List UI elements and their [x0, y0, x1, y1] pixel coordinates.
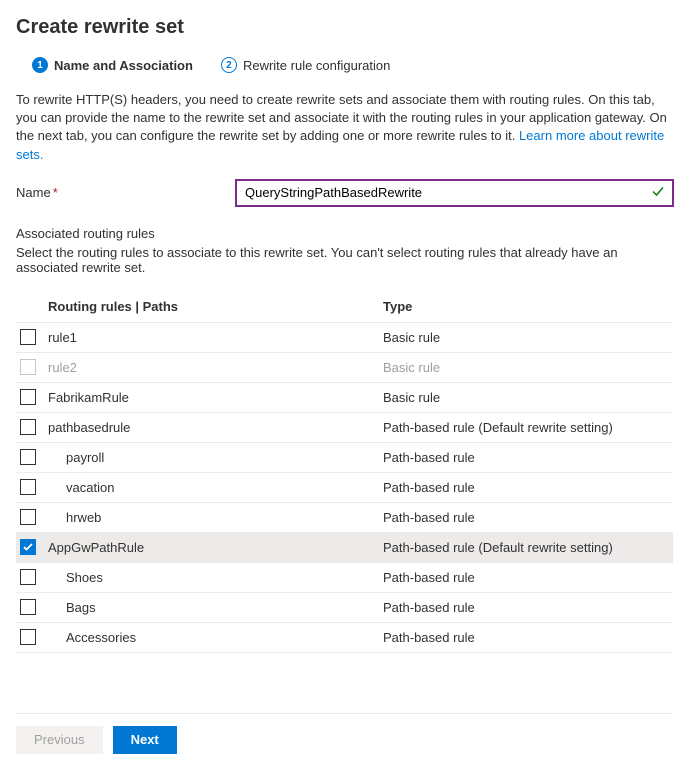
checkbox[interactable] [20, 329, 36, 345]
checkbox [20, 359, 36, 375]
step-number-icon: 2 [221, 57, 237, 73]
name-label: Name* [16, 185, 236, 200]
checkbox[interactable] [20, 539, 36, 555]
rule-type: Basic rule [383, 390, 673, 405]
rule-name: rule2 [46, 360, 383, 375]
rule-type: Path-based rule (Default rewrite setting… [383, 540, 673, 555]
assoc-label: Associated routing rules [16, 226, 673, 241]
table-row[interactable]: AppGwPathRulePath-based rule (Default re… [16, 533, 673, 563]
checkbox[interactable] [20, 449, 36, 465]
tab-label: Name and Association [54, 58, 193, 73]
checkbox[interactable] [20, 629, 36, 645]
col-header-type: Type [383, 299, 673, 314]
table-row[interactable]: ShoesPath-based rule [16, 563, 673, 593]
rule-name: FabrikamRule [46, 390, 383, 405]
checkbox[interactable] [20, 419, 36, 435]
table-row: rule2Basic rule [16, 353, 673, 383]
page-title: Create rewrite set [16, 16, 673, 39]
footer: Previous Next [16, 713, 673, 754]
table-row[interactable]: payrollPath-based rule [16, 443, 673, 473]
table-header: Routing rules | Paths Type [16, 291, 673, 323]
checkbox[interactable] [20, 569, 36, 585]
checkbox[interactable] [20, 509, 36, 525]
rule-type: Path-based rule [383, 570, 673, 585]
rule-type: Path-based rule [383, 480, 673, 495]
wizard-tabs: 1 Name and Association 2 Rewrite rule confi… [16, 57, 673, 77]
table-row[interactable]: rule1Basic rule [16, 323, 673, 353]
routing-rules-table: Routing rules | Paths Type rule1Basic ru… [16, 291, 673, 653]
rule-type: Path-based rule [383, 450, 673, 465]
rule-name: Shoes [46, 570, 383, 585]
rule-name: pathbasedrule [46, 420, 383, 435]
previous-button[interactable]: Previous [16, 726, 103, 754]
assoc-subtext: Select the routing rules to associate to… [16, 245, 673, 275]
checkbox[interactable] [20, 599, 36, 615]
step-number-icon: 1 [32, 57, 48, 73]
rule-name: payroll [46, 450, 383, 465]
required-icon: * [53, 185, 58, 200]
tab-name-and-association[interactable]: 1 Name and Association [32, 57, 193, 77]
rule-type: Path-based rule [383, 600, 673, 615]
description: To rewrite HTTP(S) headers, you need to … [16, 91, 673, 164]
rule-name: AppGwPathRule [46, 540, 383, 555]
checkbox[interactable] [20, 479, 36, 495]
rule-type: Path-based rule [383, 510, 673, 525]
rule-name: hrweb [46, 510, 383, 525]
next-button[interactable]: Next [113, 726, 177, 754]
name-input[interactable] [236, 180, 673, 206]
rule-name: rule1 [46, 330, 383, 345]
table-row[interactable]: hrwebPath-based rule [16, 503, 673, 533]
checkbox[interactable] [20, 389, 36, 405]
table-row[interactable]: vacationPath-based rule [16, 473, 673, 503]
rule-type: Path-based rule [383, 630, 673, 645]
table-row[interactable]: AccessoriesPath-based rule [16, 623, 673, 653]
rule-type: Basic rule [383, 330, 673, 345]
table-row[interactable]: pathbasedrulePath-based rule (Default re… [16, 413, 673, 443]
rule-name: vacation [46, 480, 383, 495]
name-row: Name* [16, 180, 673, 206]
col-header-name: Routing rules | Paths [46, 299, 383, 314]
table-row[interactable]: FabrikamRuleBasic rule [16, 383, 673, 413]
table-row[interactable]: BagsPath-based rule [16, 593, 673, 623]
rule-type: Path-based rule (Default rewrite setting… [383, 420, 673, 435]
rule-name: Accessories [46, 630, 383, 645]
tab-label: Rewrite rule configuration [243, 58, 390, 73]
tab-rewrite-rule-configuration[interactable]: 2 Rewrite rule configuration [221, 57, 390, 77]
rule-type: Basic rule [383, 360, 673, 375]
check-icon [651, 184, 665, 201]
rule-name: Bags [46, 600, 383, 615]
